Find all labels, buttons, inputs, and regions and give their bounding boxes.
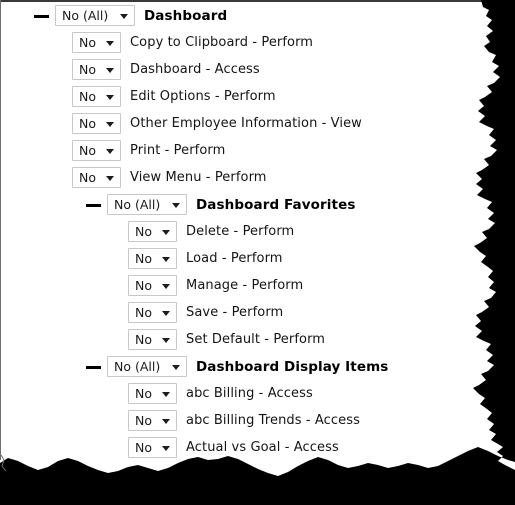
tree-group-label: Dashboard [144,7,228,24]
minus-collapse-icon[interactable] [85,358,103,376]
tree-item-row: No abc Billing Trends - Access [0,407,470,434]
tree-item-label: Save - Perform [186,305,284,320]
tree-item-row: No Manage - Perform [0,272,470,299]
tree-group-row: No (All) Dashboard [0,2,470,29]
permission-select[interactable]: No [128,383,177,404]
minus-collapse-icon[interactable] [85,196,103,214]
chevron-down-icon [106,121,114,127]
minus-collapse-icon[interactable] [33,7,51,25]
permission-select[interactable]: No [72,167,121,188]
permission-select[interactable]: No [72,86,121,107]
chevron-down-icon [162,337,170,343]
chevron-down-icon [106,175,114,181]
app-window: No (All) Dashboard No Copy to Clipboard - P… [0,0,515,505]
tree-item-row: No Other Employee Information - View [0,110,470,137]
tree-item-row: No Edit Options - Perform [0,83,470,110]
tree-item-label: Dashboard - Access [130,62,260,77]
permission-select-all[interactable]: No (All) [107,356,187,377]
tree-item-row: No Save - Perform [0,299,470,326]
chevron-down-icon [162,283,170,289]
chevron-down-icon [162,391,170,397]
permission-select[interactable]: No [128,248,177,269]
tree-item-row: No Print - Perform [0,137,470,164]
tree-item-label: abc Billing - Access [186,386,313,401]
permission-select[interactable]: No [72,113,121,134]
chevron-down-icon [162,418,170,424]
chevron-down-icon [172,364,180,370]
tree-item-label: Copy to Clipboard - Perform [130,35,314,50]
permission-select[interactable]: No [128,329,177,350]
tree-item-label: Actual vs Goal - Access [186,440,339,455]
tree-item-label: Delete - Perform [186,224,295,239]
permission-select-all[interactable]: No (All) [107,194,187,215]
tree-item-row: No View Menu - Perform [0,164,470,191]
tree-group-label: Dashboard Display Items [196,358,389,375]
tree-item-label: Edit Options - Perform [130,89,276,104]
tree-group-row: No (All) Dashboard Display Items [0,353,470,380]
tree-item-label: Set Default - Perform [186,332,326,347]
tree-item-row: No Actual vs Goal - Access [0,434,470,461]
permission-select[interactable]: No [72,140,121,161]
permission-select[interactable]: No [128,410,177,431]
tree-item-row: No Set Default - Perform [0,326,470,353]
permissions-tree: No (All) Dashboard No Copy to Clipboard - P… [0,2,470,461]
chevron-down-icon [162,445,170,451]
permission-select[interactable]: No [128,221,177,242]
permission-select[interactable]: No [72,59,121,80]
tree-item-row: No Copy to Clipboard - Perform [0,29,470,56]
permission-select[interactable]: No [128,302,177,323]
tree-group-label: Dashboard Favorites [196,196,356,213]
tree-item-label: Print - Perform [130,143,226,158]
tree-item-label: abc Billing Trends - Access [186,413,360,428]
tree-item-row: No Dashboard - Access [0,56,470,83]
tree-group-row: No (All) Dashboard Favorites [0,191,470,218]
tree-item-label: View Menu - Perform [130,170,267,185]
tree-item-row: No abc Billing - Access [0,380,470,407]
permission-select[interactable]: No [72,32,121,53]
tree-item-row: No Delete - Perform [0,218,470,245]
chevron-down-icon [120,13,128,19]
permission-select[interactable]: No [128,437,177,458]
tree-item-label: Other Employee Information - View [130,116,362,131]
chevron-down-icon [162,310,170,316]
permission-select[interactable]: No [128,275,177,296]
tree-item-label: Load - Perform [186,251,283,266]
chevron-down-icon [106,40,114,46]
chevron-down-icon [172,202,180,208]
tree-item-row: No Load - Perform [0,245,470,272]
chevron-down-icon [106,67,114,73]
chevron-down-icon [162,256,170,262]
chevron-down-icon [106,148,114,154]
permission-select-all[interactable]: No (All) [55,5,135,26]
tree-item-label: Manage - Perform [186,278,304,293]
chevron-down-icon [106,94,114,100]
chevron-down-icon [162,229,170,235]
